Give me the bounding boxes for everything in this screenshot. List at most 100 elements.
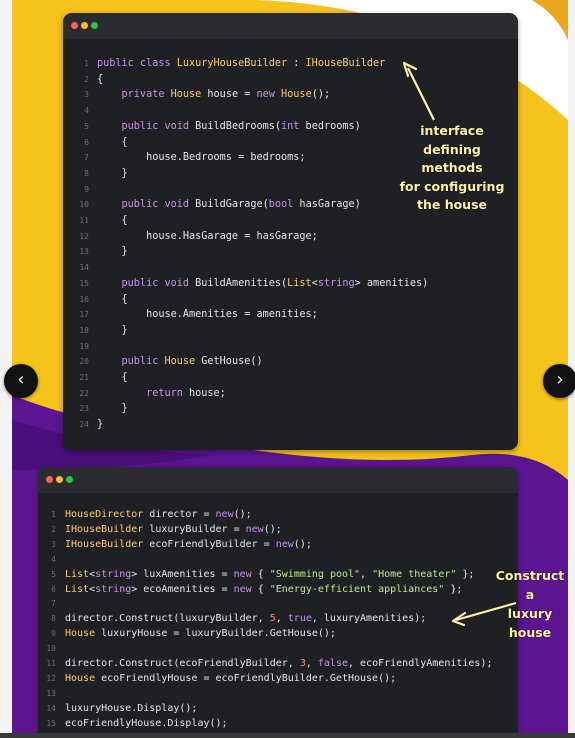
minimize-dot-icon [81,22,88,29]
code-token: public [97,356,165,368]
annotation-interface: interface defining methods for configuri… [393,122,511,215]
line-number: 12 [79,231,89,241]
code-token: ecoFriendlyHouse = ecoFriendlyBuilder.Ge… [95,672,397,684]
code-token: > luxAmenities = [131,568,234,580]
code-token: new [233,568,252,580]
code-line: 19 [63,339,518,355]
code-token: false [317,658,348,670]
code-token: } [97,246,128,258]
code-token: return [97,387,183,399]
code-token: new [256,89,282,101]
line-number: 13 [46,688,56,698]
code-token: luxuryHouse.Display(); [65,702,198,714]
code-line: 14 [63,260,518,276]
line-number: 24 [79,420,89,430]
line-number: 10 [79,200,89,210]
line-number: 8 [51,614,56,624]
line-number: 18 [79,325,89,335]
code-block-builder: 1 public class LuxuryHouseBuilder : IHous… [63,56,518,433]
code-token: string [317,277,355,289]
code-token: "Swimming pool" [269,568,361,580]
code-token: bedrooms) [299,120,361,132]
line-number: 6 [84,137,89,147]
code-token: (); [233,509,252,520]
arrow-icon [402,61,435,121]
code-line: 22 return house; [63,386,518,402]
arrow-icon [451,601,517,626]
code-line: 24} [63,417,518,433]
code-token: luxuryBuilder = [143,523,246,535]
close-dot-icon [46,476,53,483]
code-token: { [251,583,270,595]
line-number: 22 [79,388,89,398]
code-token: , ecoFriendlyAmenities); [348,658,493,670]
previous-slide-button[interactable]: ‹ [4,364,38,398]
code-token: House [65,628,96,640]
code-token: public void [97,199,196,211]
code-token: house.Amenities = amenities; [97,309,318,321]
code-token: house = [201,89,257,101]
code-token: HouseDirector [65,509,144,520]
code-token: public void [97,277,196,289]
chevron-right-icon: › [556,369,564,390]
code-token: } [97,419,104,431]
code-token: "Energy-efficient appliances" [269,583,445,595]
code-token: new [233,583,252,595]
code-token: BuildBedrooms( [195,120,282,132]
line-number: 15 [79,278,89,288]
next-slide-button[interactable]: › [543,364,575,398]
code-token: House [164,356,196,368]
line-number: 13 [79,247,89,257]
code-token: hasGarage) [293,199,361,211]
line-number: 15 [46,718,56,728]
code-line: 13 } [63,244,518,260]
annotation-line: interface [420,123,484,138]
code-token: List [65,568,90,580]
line-number: 10 [46,644,56,654]
code-token: BuildGarage( [195,199,269,211]
code-token: BuildAmenities( [195,277,288,289]
code-token: bool [268,199,294,211]
code-token: } [97,324,128,336]
line-number: 9 [51,629,56,639]
code-token: , luxuryAmenities); [311,613,427,625]
code-token: LuxuryHouseBuilder [176,58,288,69]
annotation-line: the house [416,197,487,212]
code-line: 15 ecoFriendlyHouse.Display(); [38,717,518,732]
maximize-dot-icon [91,22,98,29]
line-number: 1 [51,510,56,519]
annotation-line: for configuring [399,178,505,194]
code-token: director = [143,509,216,520]
window-titlebar [38,467,518,493]
chevron-left-icon: ‹ [17,369,25,390]
code-token: IHouseBuilder [305,58,386,69]
line-number: 17 [79,310,89,320]
line-number: 20 [79,357,89,367]
line-number: 21 [79,373,89,383]
code-token: } [97,167,128,179]
line-number: 8 [84,168,89,178]
code-line: 23 } [63,401,518,417]
horizontal-scrollbar[interactable] [0,733,575,738]
code-line: 14 luxuryHouse.Display(); [38,702,518,717]
line-number: 6 [51,584,56,594]
code-line: 12 house.HasGarage = hasGarage; [63,229,518,245]
code-token: public void [97,120,196,132]
line-number: 3 [51,539,56,549]
code-token: director.Construct(luxuryBuilder, [65,613,270,625]
code-token: List [287,277,312,289]
code-token: private [97,89,171,101]
code-token: ecoFriendlyBuilder = [143,538,276,550]
window-titlebar [63,13,518,39]
code-token: true [287,613,312,625]
code-token: House [281,89,312,101]
line-number: 5 [51,569,56,579]
code-token: { [97,73,104,85]
code-line: 20 public House GetHouse() [63,354,518,370]
code-line: 5 List<string> luxAmenities = new { "Swim… [38,568,518,583]
code-token: director.Construct(ecoFriendlyBuilder, [65,658,300,670]
code-line: 17 house.Amenities = amenities; [63,307,518,323]
code-token: house.Bedrooms = bedrooms; [97,152,306,164]
code-token: string [95,583,132,595]
line-number: 11 [46,659,56,669]
